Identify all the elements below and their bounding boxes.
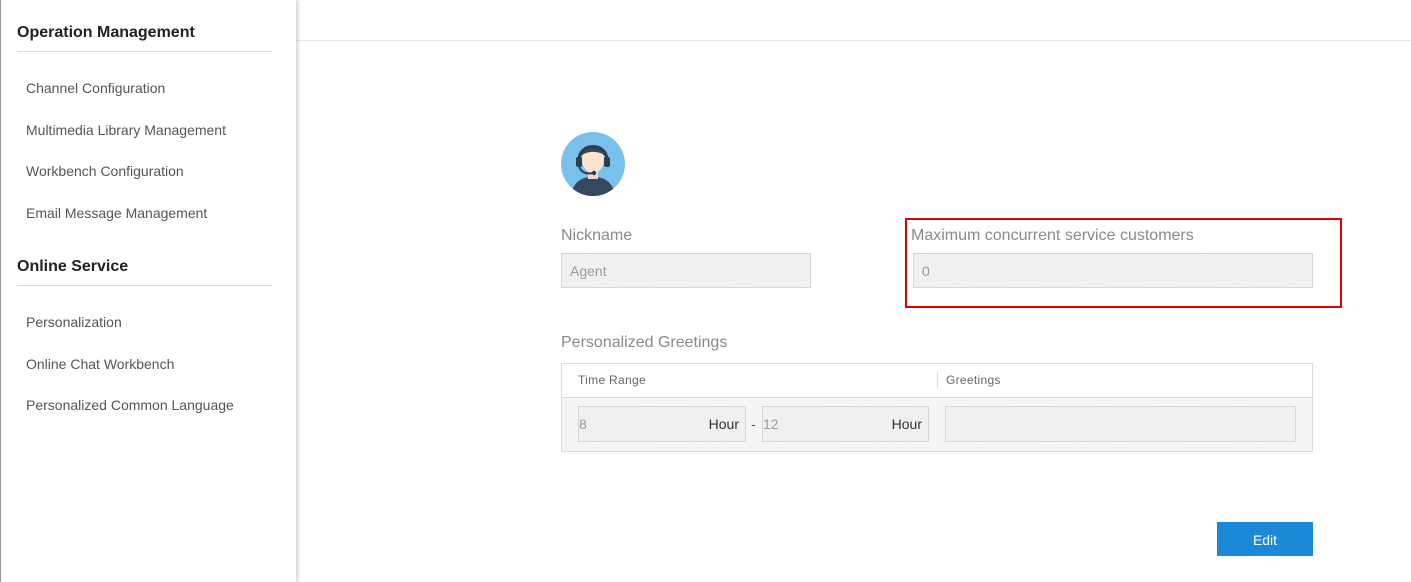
sidebar-item-personalized-common-language[interactable]: Personalized Common Language [26,397,234,413]
sidebar: Operation Management Channel Configurati… [0,0,296,582]
start-hour-unit: Hour [708,416,739,432]
top-bar [296,0,1411,41]
section-title-online-service: Online Service [17,258,272,286]
sidebar-item-personalization[interactable]: Personalization [26,314,122,330]
agent-headset-icon [561,132,625,196]
sidebar-item-online-chat-workbench[interactable]: Online Chat Workbench [26,356,174,372]
end-hour-value: 12 [763,416,779,432]
greetings-title: Personalized Greetings [561,334,728,351]
start-hour-value: 8 [579,416,587,432]
start-hour-field[interactable]: 8 Hour [578,406,746,442]
edit-button[interactable]: Edit [1217,522,1313,556]
range-separator: - [751,416,756,432]
section-title-operation-management: Operation Management [17,24,272,52]
greetings-table: Time Range Greetings 8 Hour - 12 Hour [561,363,1313,452]
nickname-label: Nickname [561,227,633,244]
end-hour-field[interactable]: 12 Hour [762,406,929,442]
sidebar-item-email-message-management[interactable]: Email Message Management [26,205,207,221]
sidebar-item-workbench-configuration[interactable]: Workbench Configuration [26,163,184,179]
sidebar-item-channel-configuration[interactable]: Channel Configuration [26,80,165,96]
nickname-field[interactable]: Agent [561,253,811,288]
table-row: 8 Hour - 12 Hour [562,398,1312,451]
column-divider [937,372,938,388]
greeting-text-field[interactable] [945,406,1296,442]
sidebar-item-multimedia-library-management[interactable]: Multimedia Library Management [26,122,226,138]
highlight-box [905,218,1342,308]
greetings-table-header: Time Range Greetings [562,364,1312,398]
column-header-time-range: Time Range [578,373,646,387]
column-header-greetings: Greetings [946,373,1001,387]
end-hour-unit: Hour [891,416,922,432]
